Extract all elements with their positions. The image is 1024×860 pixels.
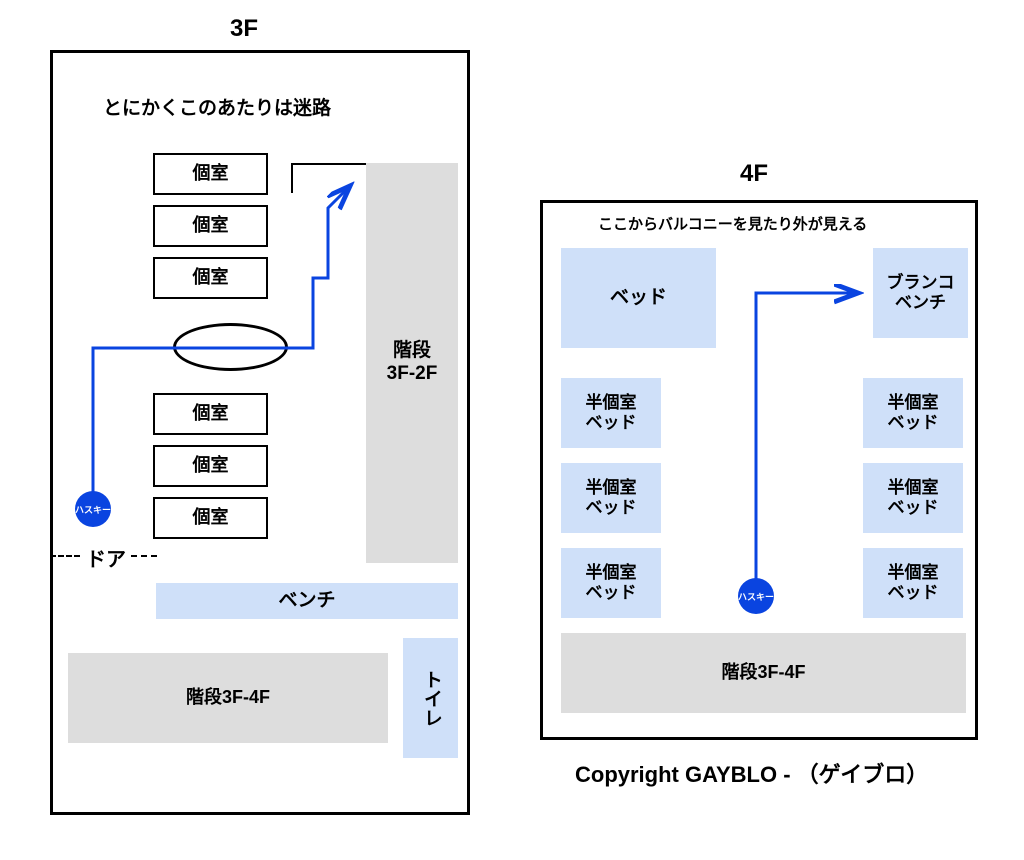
floor4-stairs: 階段3F-4F <box>561 633 966 713</box>
floor3-toilet: トイレ <box>403 638 458 758</box>
floor4-husky-marker: ハスキー <box>738 578 774 614</box>
floor3-stairs-3f4f: 階段3F-4F <box>68 653 388 743</box>
floor4-halfbed-L3: 半個室 ベッド <box>561 548 661 618</box>
copyright-text: Copyright GAYBLO - （ゲイブロ） <box>575 757 928 789</box>
floor4-bed: ベッド <box>561 248 716 348</box>
floor3-room-bot-2: 個室 <box>153 445 268 487</box>
floor4-halfbed-L1: 半個室 ベッド <box>561 378 661 448</box>
floor3-ellipse-area <box>173 323 288 371</box>
floor4-balcony-note: ここからバルコニーを見たり外が見える <box>598 213 867 234</box>
floor4-halfbed-R3: 半個室 ベッド <box>863 548 963 618</box>
floor3-room-top-2: 個室 <box>153 205 268 247</box>
floor4-title: 4F <box>740 160 768 188</box>
floor3-bench: ベンチ <box>156 583 458 619</box>
floor3-title: 3F <box>230 15 258 43</box>
floor4-halfbed-R1: 半個室 ベッド <box>863 378 963 448</box>
floor3-door-label: ドア <box>86 543 126 572</box>
floor3-stairs-3f2f: 階段 3F-2F <box>366 163 458 563</box>
floor3-divider-top <box>291 163 293 193</box>
floor3-plan: とにかくこのあたりは迷路 個室 個室 個室 個室 個室 個室 階段 3F-2F … <box>50 50 470 815</box>
floor4-plan: ここからバルコニーを見たり外が見える ベッド ブランコ ベンチ 半個室 ベッド … <box>540 200 978 740</box>
floor3-husky-marker: ハスキー <box>75 491 111 527</box>
floor4-swing-bench: ブランコ ベンチ <box>873 248 968 338</box>
floor4-halfbed-R2: 半個室 ベッド <box>863 463 963 533</box>
floor3-dash-left <box>50 555 80 557</box>
floor3-maze-note: とにかくこのあたりは迷路 <box>103 93 331 120</box>
floor3-room-bot-3: 個室 <box>153 497 268 539</box>
floor3-room-bot-1: 個室 <box>153 393 268 435</box>
floor3-divider-h <box>291 163 366 165</box>
floor3-room-top-1: 個室 <box>153 153 268 195</box>
floor4-halfbed-L2: 半個室 ベッド <box>561 463 661 533</box>
floor3-dash-right <box>131 555 157 557</box>
floor3-room-top-3: 個室 <box>153 257 268 299</box>
